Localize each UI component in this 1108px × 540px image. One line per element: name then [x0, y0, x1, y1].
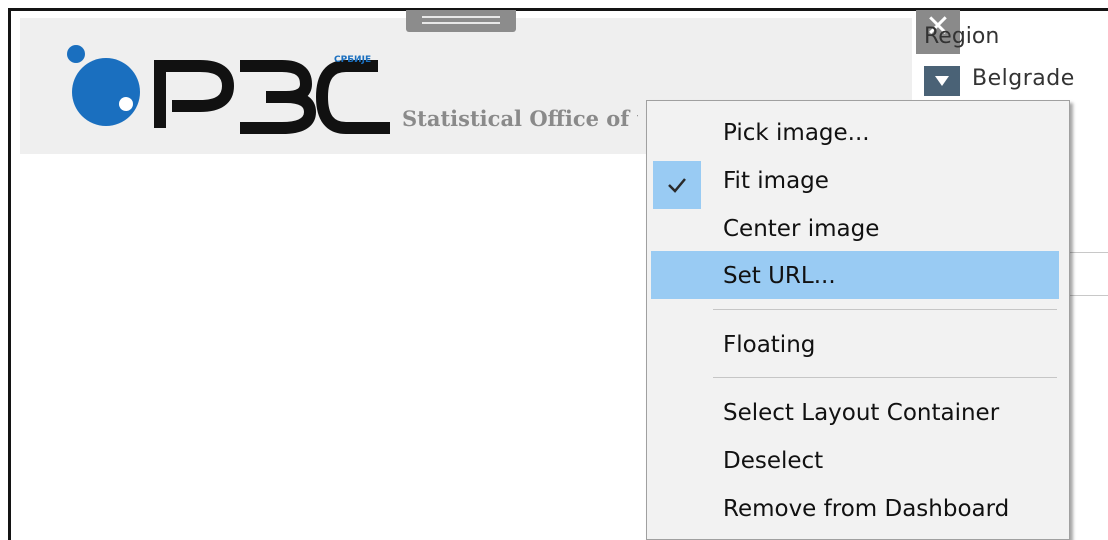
checkmark-icon — [653, 161, 701, 209]
menu-item-label: Floating — [723, 332, 816, 358]
menu-item-remove-from-dashboard[interactable]: Remove from Dashboard — [651, 489, 1059, 527]
rzs-logo: СРБИЈЕ — [67, 45, 390, 134]
logo-big-circle — [72, 58, 140, 126]
menu-separator — [713, 309, 1057, 310]
filter-value[interactable]: Belgrade — [972, 66, 1075, 91]
menu-item-center-image[interactable]: Center image — [651, 209, 1059, 247]
frame-border-left — [8, 8, 11, 540]
menu-item-fit-image[interactable]: Fit image — [651, 161, 1059, 209]
menu-item-label: Center image — [723, 216, 880, 242]
logo-letter-r — [154, 60, 235, 128]
logo-letter-s — [315, 60, 390, 134]
menu-item-label: Set URL... — [723, 263, 836, 289]
menu-item-label: Deselect — [723, 448, 824, 474]
menu-item-label: Select Layout Container — [723, 400, 1000, 426]
dashboard-canvas: СРБИЈЕ Statistical Office of the Republi… — [0, 0, 1108, 540]
menu-item-deselect[interactable]: Deselect — [651, 441, 1059, 479]
context-menu: Pick image... Fit image Center image Set… — [646, 100, 1070, 540]
menu-item-label: Remove from Dashboard — [723, 496, 1010, 522]
menu-item-select-layout-container[interactable]: Select Layout Container — [651, 393, 1059, 431]
logo-white-dot — [119, 97, 133, 111]
logo-small-dot — [67, 45, 85, 63]
logo-superscript: СРБИЈЕ — [334, 55, 371, 65]
menu-item-floating[interactable]: Floating — [651, 325, 1059, 363]
chevron-down-icon[interactable] — [924, 66, 960, 96]
menu-separator — [713, 377, 1057, 378]
menu-item-label: Pick image... — [723, 120, 870, 146]
menu-item-label: Fit image — [723, 168, 829, 194]
grip-line — [422, 22, 500, 24]
logo-letter-z — [240, 60, 317, 134]
drag-handle[interactable] — [406, 10, 516, 32]
menu-item-set-url[interactable]: Set URL... — [651, 251, 1059, 299]
filter-title: Region — [924, 24, 1000, 49]
menu-item-pick-image[interactable]: Pick image... — [651, 113, 1059, 151]
logo-tagline: Statistical Office of the Republic of Se… — [402, 106, 638, 131]
grip-line — [422, 16, 500, 18]
